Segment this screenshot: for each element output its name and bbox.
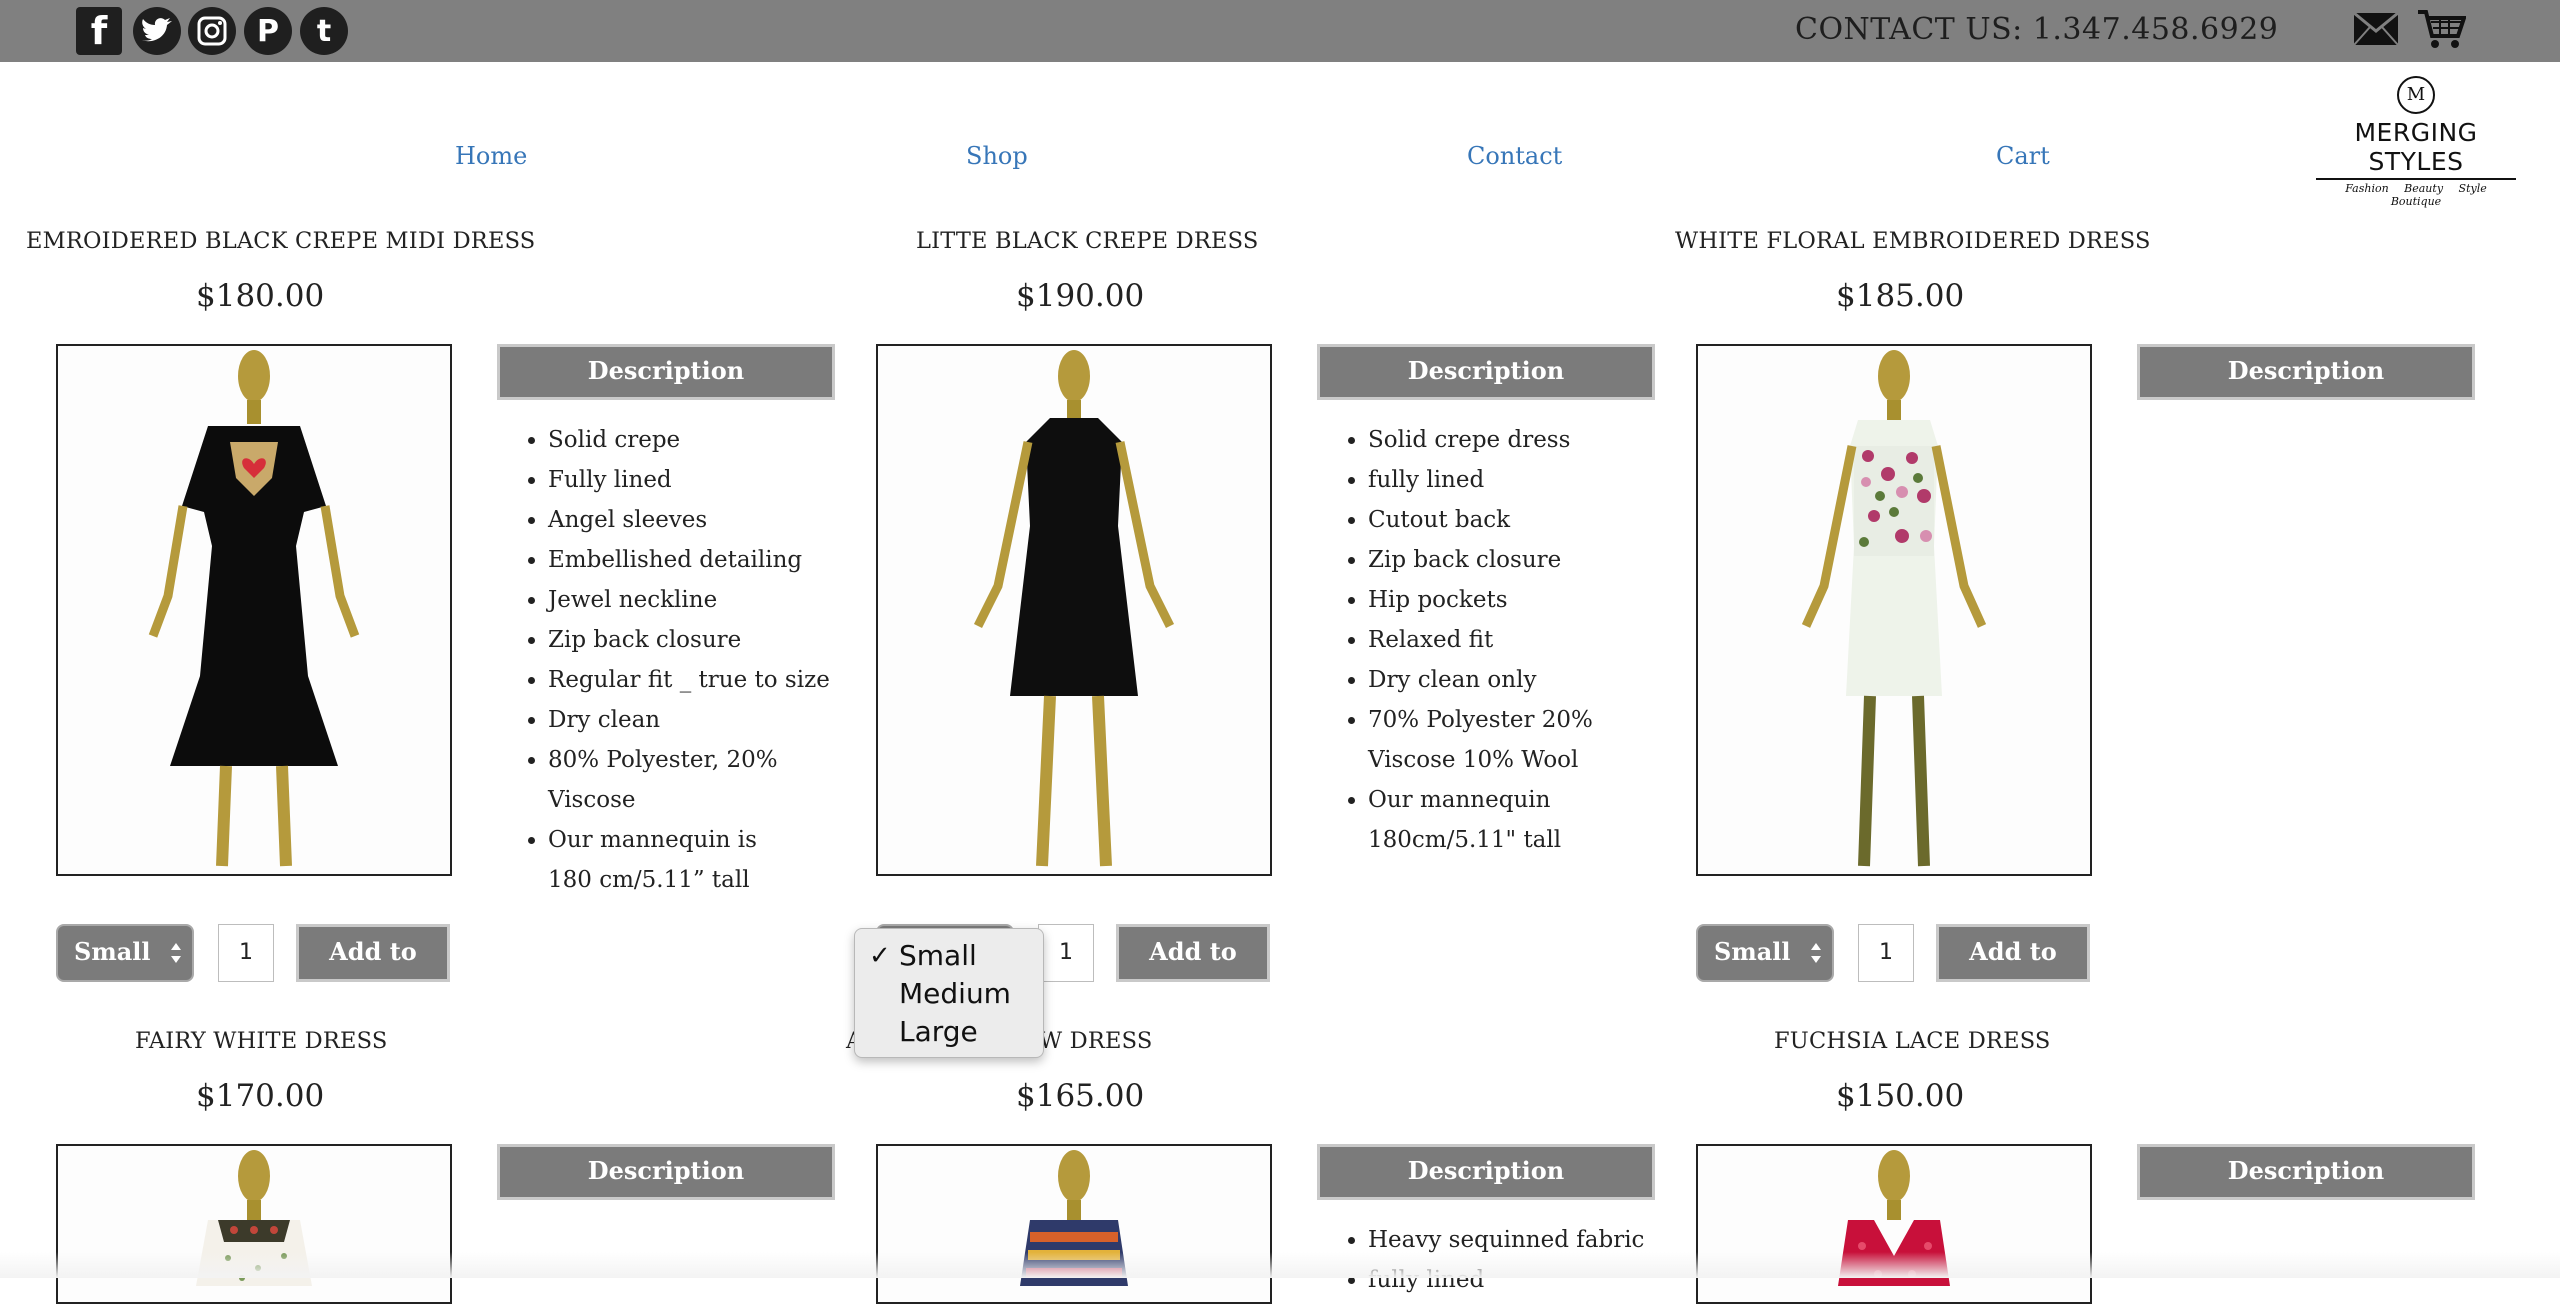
instagram-icon[interactable]: [188, 7, 236, 55]
add-to-cart-button[interactable]: Add to Cart: [1116, 924, 1270, 1016]
shopping-cart-icon[interactable]: [2418, 8, 2466, 50]
product-price: $165.00: [1016, 1078, 1145, 1114]
product-image[interactable]: [876, 1144, 1272, 1304]
product-details-list: Solid crepe dress fully lined Cutout bac…: [1338, 420, 1698, 860]
detail-item: Regular fit _ true to size: [548, 660, 878, 700]
logo-name: MERGING STYLES: [2316, 118, 2516, 180]
size-select-value: Small: [1714, 937, 1791, 966]
size-select-value: Small: [74, 937, 151, 966]
product-title[interactable]: FAIRY WHITE DRESS: [135, 1028, 388, 1054]
size-select[interactable]: Small: [56, 924, 194, 982]
description-button[interactable]: Description: [1317, 344, 1655, 400]
brand-logo[interactable]: M MERGING STYLES Fashion Beauty Style Bo…: [2316, 76, 2516, 208]
product-price: $150.00: [1836, 1078, 1965, 1114]
product-image[interactable]: [56, 344, 452, 876]
detail-item: fully lined: [1368, 460, 1698, 500]
add-to-cart-button[interactable]: Add to Cart: [296, 924, 450, 1016]
description-button[interactable]: Description: [497, 1144, 835, 1200]
dropdown-option-medium[interactable]: Medium: [855, 975, 1043, 1013]
product-price: $170.00: [196, 1078, 325, 1114]
detail-item: Embellished detailing: [548, 540, 878, 580]
product-title[interactable]: LITTE BLACK CREPE DRESS: [916, 228, 1258, 254]
detail-item: Our mannequin is 180 cm/5.11” tall: [548, 820, 798, 900]
contact-phone-text: CONTACT US: 1.347.458.6929: [1795, 12, 2279, 47]
mail-icon[interactable]: [2353, 12, 2399, 46]
pinterest-icon[interactable]: P: [244, 7, 292, 55]
product-image[interactable]: [1696, 1144, 2092, 1304]
product-price: $180.00: [196, 278, 325, 314]
product-image[interactable]: [876, 344, 1272, 876]
detail-item: Zip back closure: [1368, 540, 1698, 580]
detail-item: 70% Polyester 20% Viscose 10% Wool: [1368, 700, 1678, 780]
description-button[interactable]: Description: [1317, 1144, 1655, 1200]
detail-item: Solid crepe: [548, 420, 878, 460]
description-button[interactable]: Description: [2137, 344, 2475, 400]
dress-mannequin-image: [973, 350, 1175, 867]
detail-item: Dry clean: [548, 700, 878, 740]
detail-item: Our mannequin 180cm/5.11" tall: [1368, 780, 1578, 860]
facebook-icon[interactable]: f: [76, 7, 122, 55]
product-price: $190.00: [1016, 278, 1145, 314]
dropdown-option-small[interactable]: ✓ Small: [855, 937, 1043, 975]
select-arrows-icon: [1811, 943, 1821, 963]
detail-item: Solid crepe dress: [1368, 420, 1698, 460]
nav-home[interactable]: Home: [455, 142, 527, 170]
product-title[interactable]: EMROIDERED BLACK CREPE MIDI DRESS: [26, 228, 535, 254]
logo-monogram: M: [2397, 76, 2435, 114]
twitter-icon[interactable]: [133, 7, 181, 55]
description-button[interactable]: Description: [2137, 1144, 2475, 1200]
select-arrows-icon: [171, 943, 181, 963]
dress-mannequin-image: [1801, 350, 1987, 867]
add-to-cart-button[interactable]: Add to Cart: [1936, 924, 2090, 1016]
logo-tagline: Fashion Beauty Style Boutique: [2345, 182, 2487, 208]
product-details-list: Solid crepe Fully lined Angel sleeves Em…: [518, 420, 878, 900]
nav-cart[interactable]: Cart: [1996, 142, 2050, 170]
nav-shop[interactable]: Shop: [966, 142, 1028, 170]
detail-item: Hip pockets: [1368, 580, 1698, 620]
detail-item: Fully lined: [548, 460, 878, 500]
checkmark-icon: ✓: [869, 941, 891, 971]
detail-item: Angel sleeves: [548, 500, 878, 540]
size-dropdown-menu: ✓ Small Medium Large: [854, 928, 1044, 1058]
product-title[interactable]: FUCHSIA LACE DRESS: [1774, 1028, 2051, 1054]
instagram-camera-glyph: [197, 16, 227, 46]
dress-mannequin-image: [148, 350, 360, 867]
tumblr-icon[interactable]: t: [300, 7, 348, 55]
dropdown-option-large[interactable]: Large: [855, 1013, 1043, 1051]
detail-item: 80% Polyester, 20% Viscose: [548, 740, 798, 820]
product-title[interactable]: WHITE FLORAL EMBROIDERED DRESS: [1675, 228, 2151, 254]
detail-item: Relaxed fit: [1368, 620, 1698, 660]
quantity-input[interactable]: 1: [1858, 924, 1914, 982]
product-image[interactable]: [1696, 344, 2092, 876]
size-select[interactable]: Small: [1696, 924, 1834, 982]
nav-contact[interactable]: Contact: [1467, 142, 1562, 170]
product-price: $185.00: [1836, 278, 1965, 314]
detail-item: Jewel neckline: [548, 580, 878, 620]
product-image[interactable]: [56, 1144, 452, 1304]
detail-item: Cutout back: [1368, 500, 1698, 540]
quantity-input[interactable]: 1: [1038, 924, 1094, 982]
twitter-bird-glyph: [142, 18, 172, 42]
description-button[interactable]: Description: [497, 344, 835, 400]
page-bottom-edge: [0, 1252, 2560, 1278]
top-bar: f P t CONTACT US: 1.347.458.6929: [0, 0, 2560, 62]
quantity-input[interactable]: 1: [218, 924, 274, 982]
detail-item: Dry clean only: [1368, 660, 1698, 700]
detail-item: Zip back closure: [548, 620, 878, 660]
